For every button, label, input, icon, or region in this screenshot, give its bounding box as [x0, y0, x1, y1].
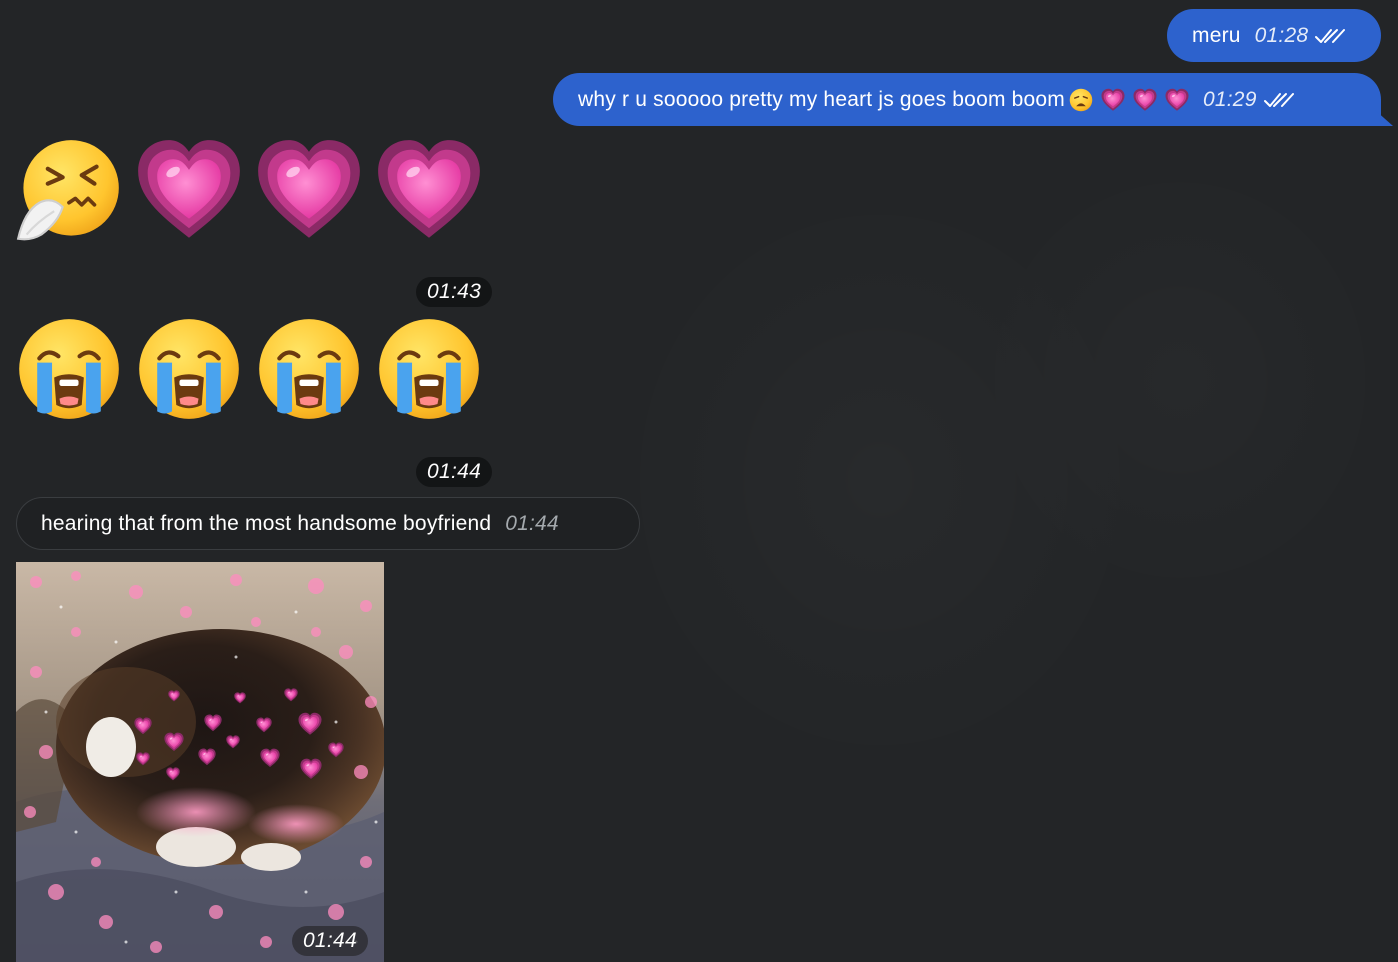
loudly-crying-face-icon: [136, 316, 242, 422]
sneezing-face-icon: [16, 137, 122, 243]
chat-window: meru 01:28 why r u sooooo pretty my hear…: [0, 0, 1398, 962]
loudly-crying-face-icon: [256, 316, 362, 422]
growing-heart-icon: [1101, 88, 1125, 112]
cat-with-hearts-photo: [16, 562, 384, 962]
emoji-message[interactable]: [16, 316, 482, 422]
growing-heart-icon: [376, 137, 482, 243]
weary-face-icon: [1069, 88, 1093, 112]
growing-heart-icon: [1133, 88, 1157, 112]
message-text: why r u sooooo pretty my heart js goes b…: [578, 87, 1066, 111]
message-time: 01:44: [416, 457, 493, 487]
emoji-message[interactable]: [16, 137, 482, 243]
message-time: 01:43: [416, 277, 493, 307]
outgoing-message[interactable]: meru 01:28: [1167, 9, 1381, 62]
double-check-icon: [1263, 91, 1294, 109]
message-text: hearing that from the most handsome boyf…: [41, 511, 492, 535]
message-time: 01:28: [1254, 23, 1309, 47]
growing-heart-icon: [256, 137, 362, 243]
incoming-message[interactable]: hearing that from the most handsome boyf…: [16, 497, 640, 550]
double-check-icon: [1315, 27, 1346, 45]
message-time: 01:44: [291, 926, 368, 956]
photo-message[interactable]: 01:44: [16, 562, 384, 962]
outgoing-message[interactable]: why r u sooooo pretty my heart js goes b…: [553, 73, 1381, 126]
loudly-crying-face-icon: [16, 316, 122, 422]
growing-heart-icon: [136, 137, 242, 243]
message-text: meru: [1192, 23, 1241, 47]
growing-heart-icon: [1165, 88, 1189, 112]
message-time: 01:29: [1203, 87, 1257, 111]
message-time: 01:44: [505, 511, 559, 535]
loudly-crying-face-icon: [376, 316, 482, 422]
